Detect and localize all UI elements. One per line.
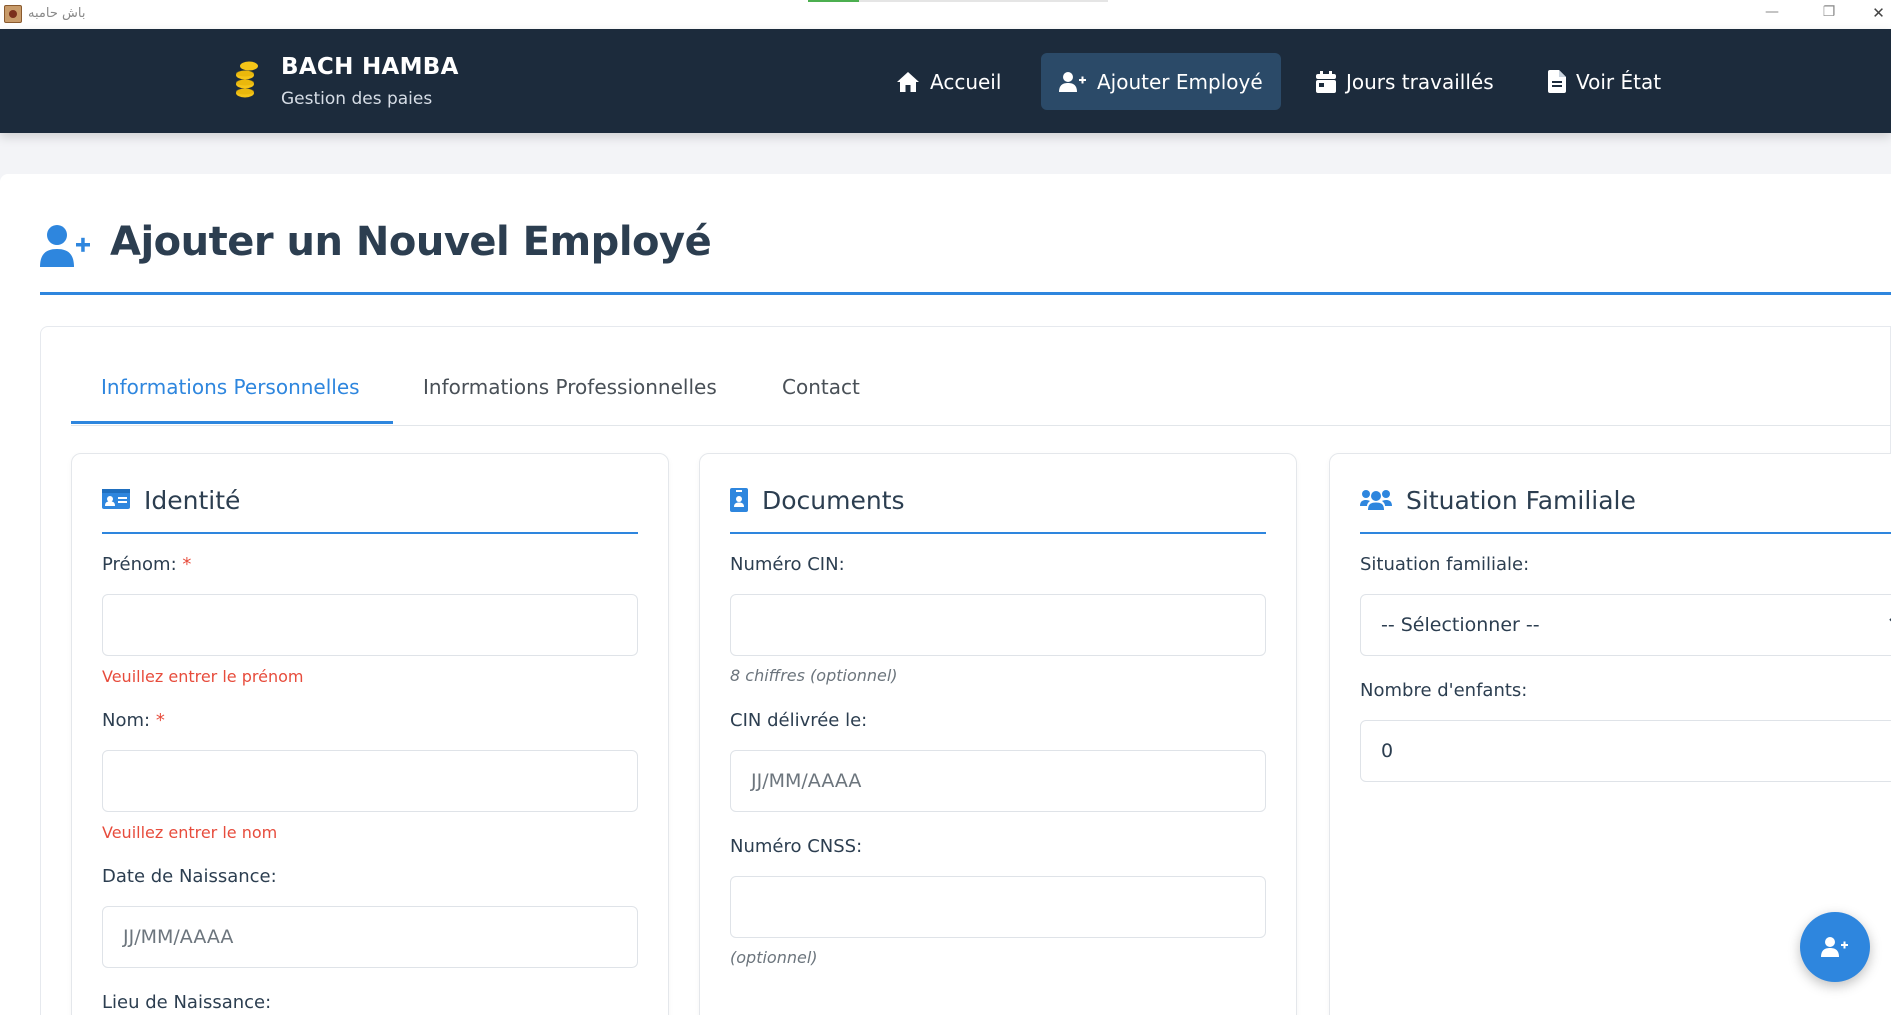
minimize-button[interactable]: — <box>1752 4 1792 20</box>
identite-card: Identité Prénom: * Veuillez entrer le pr… <box>71 453 669 1015</box>
cin-label: Numéro CIN: <box>730 554 845 575</box>
window-title: باش حامبه <box>28 6 86 21</box>
prenom-input[interactable] <box>102 594 638 656</box>
required-mark: * <box>155 710 165 731</box>
coins-icon <box>236 61 258 98</box>
file-icon <box>1548 70 1566 93</box>
cnss-input[interactable] <box>730 876 1266 938</box>
nav-item-jours-travailles[interactable]: Jours travaillés <box>1298 53 1512 110</box>
nom-label: Nom: * <box>102 710 165 731</box>
user-plus-icon <box>40 225 90 267</box>
window-title-bar: باش حامبه — ❐ ✕ <box>0 0 1891 29</box>
card-title: Identité <box>144 486 241 515</box>
user-plus-icon <box>1821 937 1848 957</box>
select-value: -- Sélectionner -- <box>1381 614 1540 636</box>
nav-item-accueil[interactable]: Accueil <box>878 53 1019 110</box>
prenom-label: Prénom: * <box>102 554 191 575</box>
top-navbar: BACH HAMBA Gestion des paies Accueil Ajo… <box>0 29 1891 133</box>
card-title: Documents <box>762 486 905 515</box>
id-badge-icon <box>730 488 748 512</box>
tab-contact[interactable]: Contact <box>782 375 860 399</box>
main-content: Ajouter un Nouvel Employé Informations P… <box>0 174 1891 1015</box>
cin-date-label: CIN délivrée le: <box>730 710 868 731</box>
active-tab-indicator <box>71 421 393 424</box>
prenom-label-text: Prénom: <box>102 554 177 575</box>
app-icon <box>4 5 22 23</box>
calendar-icon <box>1316 70 1336 93</box>
brand-subtitle: Gestion des paies <box>281 89 433 109</box>
user-plus-icon <box>1059 71 1086 92</box>
cin-input[interactable] <box>730 594 1266 656</box>
card-header: Identité <box>102 486 638 534</box>
tab-bar: Informations Personnelles Informations P… <box>71 327 1891 426</box>
nombre-enfants-input[interactable]: 0 <box>1360 720 1891 782</box>
prenom-error: Veuillez entrer le prénom <box>102 667 304 686</box>
brand-name: BACH HAMBA <box>281 54 459 80</box>
date-naissance-input[interactable]: JJ/MM/AAAA <box>102 906 638 968</box>
situation-familiale-label: Situation familiale: <box>1360 554 1530 575</box>
nav-item-ajouter-employe[interactable]: Ajouter Employé <box>1041 53 1281 110</box>
card-header: Documents <box>730 486 1266 534</box>
cin-hint: 8 chiffres (optionnel) <box>730 666 898 685</box>
nom-error: Veuillez entrer le nom <box>102 823 278 842</box>
form-panel: Informations Personnelles Informations P… <box>40 326 1891 1015</box>
nav-item-label: Jours travaillés <box>1346 69 1494 94</box>
situation-familiale-select[interactable]: -- Sélectionner -- <box>1360 594 1891 656</box>
loading-progress-fill <box>808 0 859 2</box>
card-title: Situation Familiale <box>1406 486 1636 515</box>
id-card-icon <box>102 489 130 509</box>
add-employee-fab[interactable] <box>1800 912 1870 982</box>
close-button[interactable]: ✕ <box>1866 4 1891 22</box>
nav-item-label: Voir État <box>1576 69 1662 94</box>
nom-input[interactable] <box>102 750 638 812</box>
required-mark: * <box>182 554 192 575</box>
cnss-hint: (optionnel) <box>730 948 818 967</box>
nav-item-voir-etat[interactable]: Voir État <box>1530 53 1679 110</box>
card-header: Situation Familiale <box>1360 486 1891 534</box>
nav-item-label: Accueil <box>930 69 1002 94</box>
nombre-enfants-label: Nombre d'enfants: <box>1360 680 1528 701</box>
loading-progress-bar <box>808 0 1108 2</box>
cnss-label: Numéro CNSS: <box>730 836 863 857</box>
tab-informations-professionnelles[interactable]: Informations Professionnelles <box>423 375 717 399</box>
cin-date-input[interactable]: JJ/MM/AAAA <box>730 750 1266 812</box>
lieu-naissance-label: Lieu de Naissance: <box>102 992 272 1013</box>
home-icon <box>897 71 919 92</box>
nav-item-label: Ajouter Employé <box>1097 69 1263 94</box>
users-icon <box>1360 490 1392 510</box>
maximize-button[interactable]: ❐ <box>1809 4 1849 20</box>
page-title: Ajouter un Nouvel Employé <box>110 219 712 265</box>
nom-label-text: Nom: <box>102 710 151 731</box>
documents-card: Documents Numéro CIN: 8 chiffres (option… <box>699 453 1297 1015</box>
date-naissance-label: Date de Naissance: <box>102 866 277 887</box>
title-divider <box>40 292 1891 295</box>
tab-informations-personnelles[interactable]: Informations Personnelles <box>101 375 360 399</box>
